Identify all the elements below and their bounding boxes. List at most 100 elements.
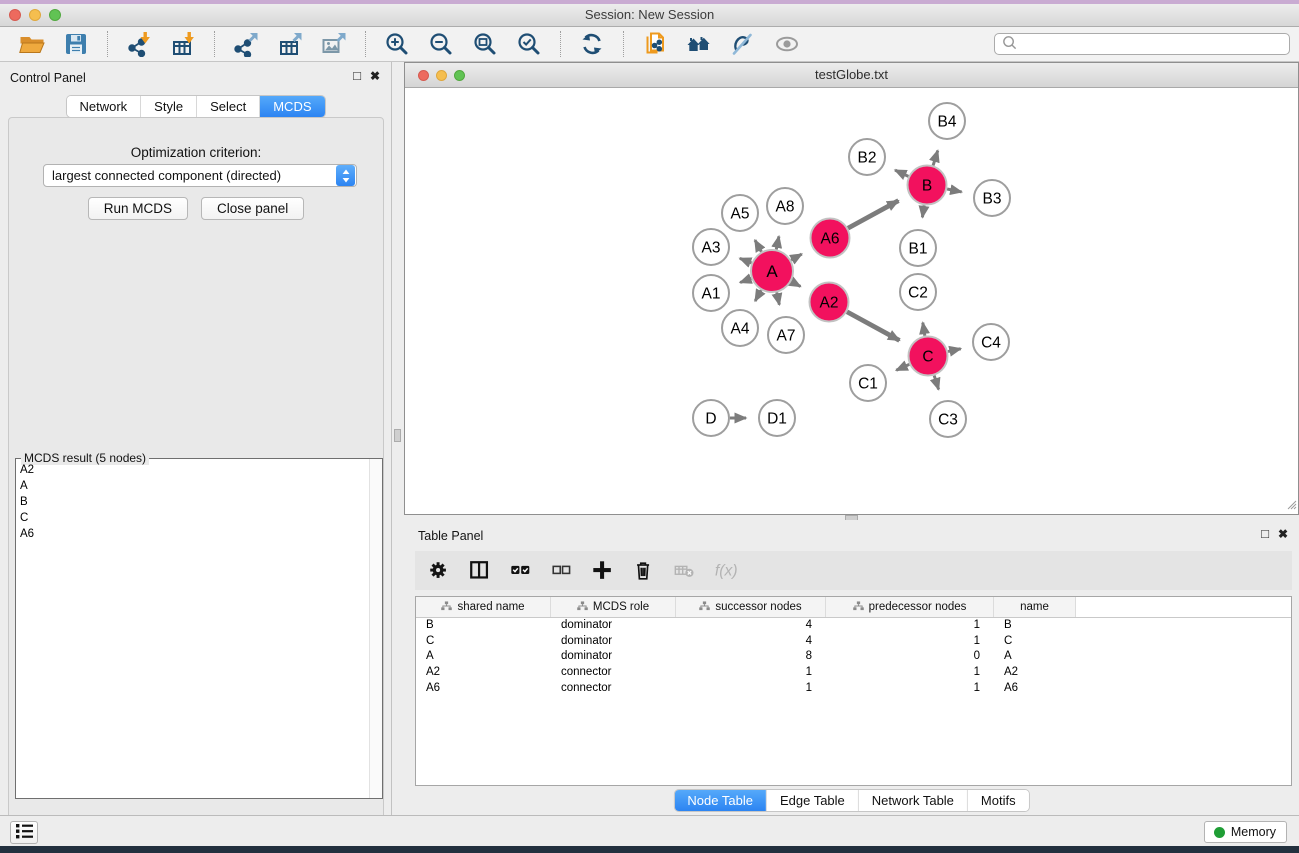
cell-predecessor-nodes[interactable]: 1	[826, 665, 994, 681]
split-view-icon[interactable]	[468, 559, 492, 583]
paint-icon[interactable]	[728, 29, 758, 59]
zoom-out-icon[interactable]	[426, 29, 456, 59]
tab-select[interactable]: Select	[197, 96, 260, 117]
graph-node-D1[interactable]: D1	[759, 400, 795, 436]
table-tab-node-table[interactable]: Node Table	[674, 790, 767, 811]
edge-B-B3[interactable]	[947, 189, 962, 192]
zoom-in-icon[interactable]	[382, 29, 412, 59]
cell-successor-nodes[interactable]: 8	[676, 649, 826, 665]
checked-boxes-icon[interactable]	[509, 559, 533, 583]
cell-predecessor-nodes[interactable]: 1	[826, 618, 994, 634]
result-item[interactable]: B	[16, 494, 368, 510]
trash-icon[interactable]	[632, 559, 656, 583]
minimize-window-button[interactable]	[29, 9, 41, 21]
close-window-button[interactable]	[9, 9, 21, 21]
close-panel-button[interactable]: Close panel	[201, 197, 304, 220]
edge-A-A7[interactable]	[777, 292, 780, 304]
add-icon[interactable]	[591, 559, 615, 583]
table-tab-network-table[interactable]: Network Table	[859, 790, 968, 811]
cell-name[interactable]: B	[994, 618, 1076, 634]
import-table-icon[interactable]	[168, 29, 198, 59]
result-item[interactable]: C	[16, 510, 368, 526]
edge-C-C1[interactable]	[896, 364, 909, 370]
close-network-button[interactable]	[418, 70, 429, 81]
graph-node-B1[interactable]: B1	[900, 230, 936, 266]
tab-mcds[interactable]: MCDS	[260, 96, 324, 117]
memory-button[interactable]: Memory	[1204, 821, 1287, 843]
task-history-button[interactable]	[10, 821, 38, 844]
duplicate-network-icon[interactable]	[640, 29, 670, 59]
edge-A-A5[interactable]	[755, 240, 761, 252]
open-file-icon[interactable]	[17, 29, 47, 59]
edge-A6-B[interactable]	[848, 201, 898, 229]
column-header-successor-nodes[interactable]: successor nodes	[676, 597, 826, 617]
cell-predecessor-nodes[interactable]: 0	[826, 649, 994, 665]
edge-C-C4[interactable]	[948, 349, 961, 352]
cell-successor-nodes[interactable]: 1	[676, 665, 826, 681]
refresh-network-icon[interactable]	[577, 29, 607, 59]
tab-network[interactable]: Network	[66, 96, 141, 117]
edge-A-A4[interactable]	[755, 290, 761, 301]
node-table[interactable]: shared nameMCDS rolesuccessor nodesprede…	[415, 596, 1292, 786]
table-tab-edge-table[interactable]: Edge Table	[767, 790, 859, 811]
result-scrollbar[interactable]	[369, 459, 382, 798]
graph-node-B3[interactable]: B3	[974, 180, 1010, 216]
cell-successor-nodes[interactable]: 4	[676, 618, 826, 634]
graph-node-C2[interactable]: C2	[900, 274, 936, 310]
zoom-selected-icon[interactable]	[514, 29, 544, 59]
cell-predecessor-nodes[interactable]: 1	[826, 634, 994, 650]
table-row[interactable]: Bdominator41B	[416, 618, 1291, 634]
table-tab-motifs[interactable]: Motifs	[968, 790, 1029, 811]
edge-B-B4[interactable]	[933, 151, 938, 166]
column-header-name[interactable]: name	[994, 597, 1076, 617]
mcds-result-list[interactable]: A2ABCA6	[16, 462, 368, 798]
zoom-window-button[interactable]	[49, 9, 61, 21]
float-table-panel-icon[interactable]: □	[1261, 526, 1269, 542]
column-header-predecessor-nodes[interactable]: predecessor nodes	[826, 597, 994, 617]
cell-shared-name[interactable]: C	[416, 634, 551, 650]
cell-MCDS-role[interactable]: connector	[551, 681, 676, 697]
search-box[interactable]	[994, 33, 1290, 55]
cell-name[interactable]: A	[994, 649, 1076, 665]
save-session-icon[interactable]	[61, 29, 91, 59]
cell-shared-name[interactable]: B	[416, 618, 551, 634]
graph-node-A2[interactable]: A2	[810, 283, 849, 322]
result-item[interactable]: A6	[16, 526, 368, 542]
edge-A-A1[interactable]	[740, 278, 751, 282]
run-mcds-button[interactable]: Run MCDS	[88, 197, 188, 220]
unchecked-boxes-icon[interactable]	[550, 559, 574, 583]
edge-B-B2[interactable]	[895, 170, 908, 176]
graph-node-C[interactable]: C	[909, 337, 948, 376]
minimize-network-button[interactable]	[436, 70, 447, 81]
zoom-network-button[interactable]	[454, 70, 465, 81]
cell-name[interactable]: C	[994, 634, 1076, 650]
edge-C-C3[interactable]	[934, 376, 938, 390]
tab-style[interactable]: Style	[141, 96, 197, 117]
close-table-panel-icon[interactable]: ✖	[1278, 526, 1288, 542]
table-row[interactable]: Adominator80A	[416, 649, 1291, 665]
graph-node-A6[interactable]: A6	[811, 219, 850, 258]
result-item[interactable]: A2	[16, 462, 368, 478]
resize-grip-icon[interactable]	[1285, 498, 1297, 513]
cell-MCDS-role[interactable]: dominator	[551, 634, 676, 650]
graph-node-A[interactable]: A	[751, 250, 793, 292]
edge-A2-C[interactable]	[847, 312, 899, 341]
gear-icon[interactable]	[427, 559, 451, 583]
graph-node-B2[interactable]: B2	[849, 139, 885, 175]
cell-name[interactable]: A6	[994, 681, 1076, 697]
edge-A-A8[interactable]	[776, 236, 779, 249]
result-item[interactable]: A	[16, 478, 368, 494]
zoom-fit-icon[interactable]	[470, 29, 500, 59]
cell-MCDS-role[interactable]: dominator	[551, 649, 676, 665]
graph-node-D[interactable]: D	[693, 400, 729, 436]
graph-node-A3[interactable]: A3	[693, 229, 729, 265]
graph-node-A8[interactable]: A8	[767, 188, 803, 224]
cell-successor-nodes[interactable]: 4	[676, 634, 826, 650]
home-icon[interactable]	[684, 29, 714, 59]
graph-node-A5[interactable]: A5	[722, 195, 758, 231]
cell-name[interactable]: A2	[994, 665, 1076, 681]
export-table-icon[interactable]	[275, 29, 305, 59]
network-canvas[interactable]: AA1A2A3A4A5A6A7A8BB1B2B3B4CC1C2C3C4DD1	[405, 89, 1298, 514]
float-panel-icon[interactable]: □	[353, 68, 361, 84]
graph-node-A1[interactable]: A1	[693, 275, 729, 311]
